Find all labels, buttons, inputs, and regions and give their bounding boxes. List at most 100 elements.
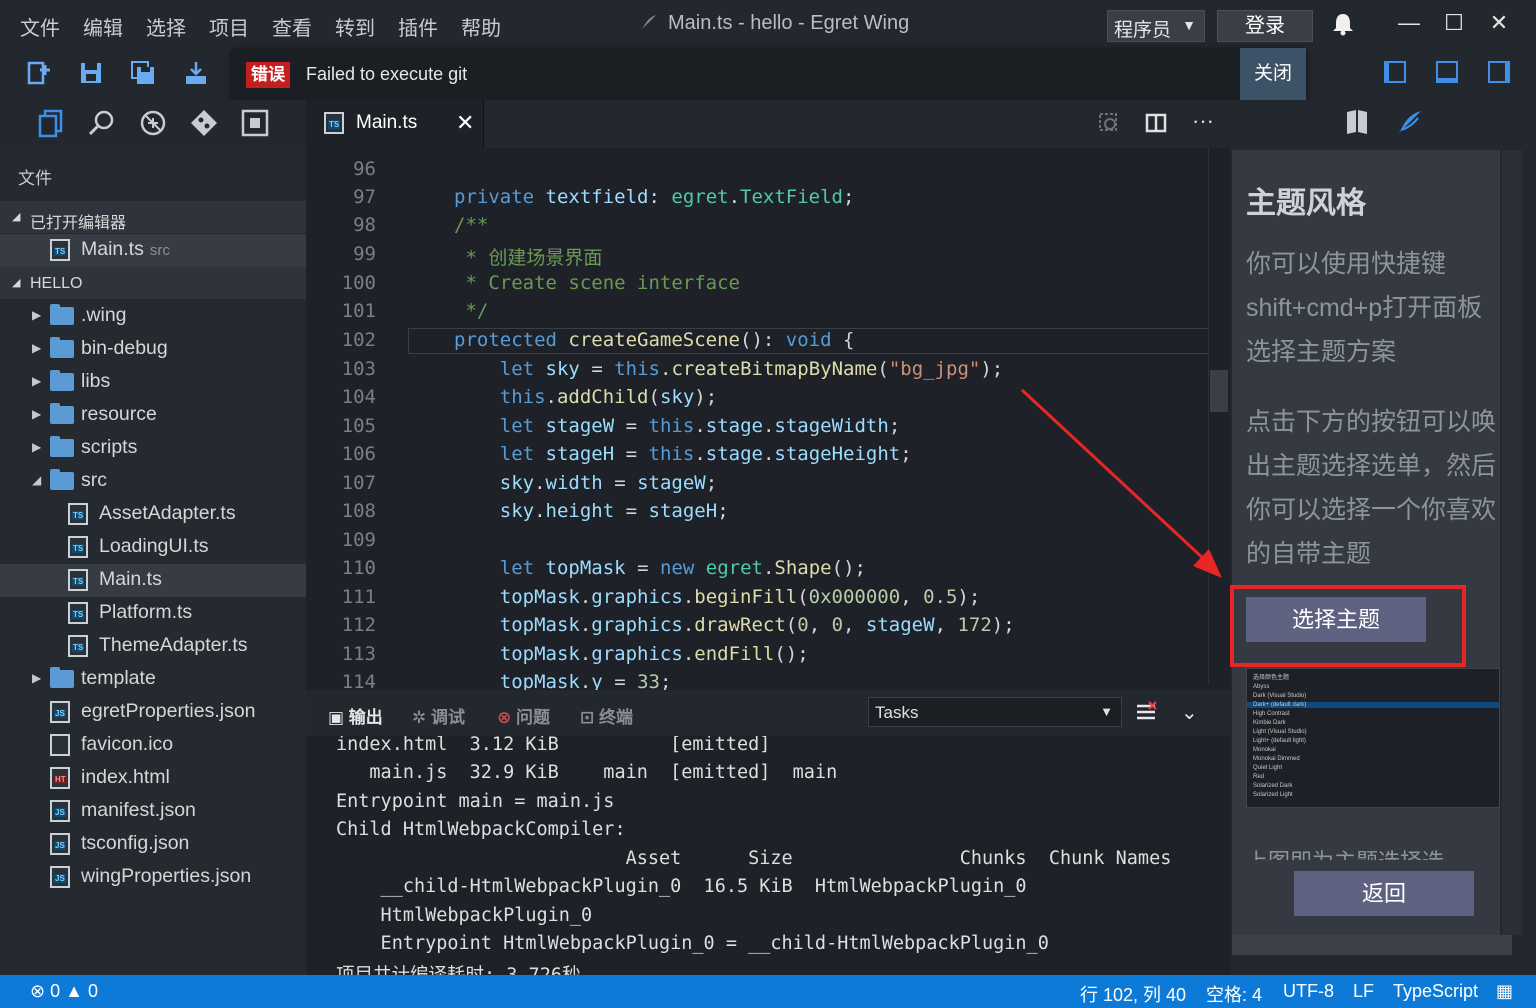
editor-scrollbar-thumb[interactable] — [1210, 370, 1228, 412]
tree-item[interactable]: TS Main.ts — [0, 564, 306, 597]
line-number: 100 — [341, 272, 376, 294]
output-line: HtmlWebpackPlugin_0 — [336, 905, 593, 926]
tree-item[interactable]: ▶ resource — [0, 399, 306, 432]
new-file-icon[interactable] — [26, 60, 52, 86]
project-section[interactable]: ◢ HELLO — [0, 267, 306, 299]
menu-project[interactable]: 项目 — [209, 12, 249, 41]
line-number: 109 — [341, 529, 376, 551]
editor-scrollbar[interactable] — [1208, 148, 1230, 684]
tree-item[interactable]: ▶ template — [0, 663, 306, 696]
menu-edit[interactable]: 编辑 — [83, 12, 123, 41]
encoding[interactable]: UTF-8 — [1283, 981, 1334, 1002]
tab-debug[interactable]: ✲ 调试 — [412, 703, 465, 728]
indentation[interactable]: 空格: 4 — [1206, 981, 1262, 1007]
right-panel-hscrollbar[interactable] — [1232, 935, 1512, 955]
chevron-down-icon: ◢ — [32, 473, 42, 487]
clear-output-icon[interactable] — [1134, 700, 1158, 724]
login-button[interactable]: 登录 — [1217, 10, 1313, 42]
minimize-icon[interactable]: — — [1394, 10, 1424, 36]
tree-item[interactable]: TS Platform.ts — [0, 597, 306, 630]
chevron-down-icon: ▼ — [1100, 704, 1113, 719]
line-number: 106 — [341, 443, 376, 465]
debug-icon[interactable] — [138, 108, 168, 138]
tree-item[interactable]: JS tsconfig.json — [0, 828, 306, 861]
more-actions-icon[interactable]: ··· — [1192, 108, 1214, 134]
cursor-position[interactable]: 行 102, 列 40 — [1080, 981, 1186, 1007]
tree-item[interactable]: ▶ libs — [0, 366, 306, 399]
menu-help[interactable]: 帮助 — [461, 12, 501, 41]
tree-item[interactable]: ▶ scripts — [0, 432, 306, 465]
back-button[interactable]: 返回 — [1294, 871, 1474, 916]
notification-close-button[interactable]: 关闭 — [1240, 48, 1306, 100]
terminal-icon: ⊡ — [580, 708, 599, 727]
tab-main-ts[interactable]: TS Main.ts ✕ — [306, 100, 484, 148]
folder-icon — [50, 436, 74, 457]
tree-item[interactable]: TS AssetAdapter.ts — [0, 498, 306, 531]
save-all-icon[interactable] — [130, 60, 156, 86]
tree-item[interactable]: TS LoadingUI.ts — [0, 531, 306, 564]
tab-problems[interactable]: ⊗ 问题 — [497, 703, 550, 728]
tree-item[interactable]: JS manifest.json — [0, 795, 306, 828]
output-console[interactable]: index.html 3.12 KiB [emitted] main.js 32… — [306, 736, 1230, 975]
publish-icon[interactable] — [183, 60, 209, 86]
tree-item[interactable]: ▶ bin-debug — [0, 333, 306, 366]
menu-plugins[interactable]: 插件 — [398, 12, 438, 41]
extensions-icon[interactable] — [240, 108, 270, 138]
chevron-right-icon: ▶ — [32, 671, 42, 685]
doc-book-icon[interactable] — [1344, 108, 1372, 136]
close-tab-icon[interactable]: ✕ — [456, 110, 474, 136]
tree-item[interactable]: JS egretProperties.json — [0, 696, 306, 729]
search-icon[interactable] — [87, 108, 117, 138]
preview-row: Abyss — [1253, 684, 1270, 690]
tree-item[interactable]: favicon.ico — [0, 729, 306, 762]
layout-left-icon[interactable] — [1384, 61, 1406, 83]
tasks-select[interactable]: Tasks ▼ — [868, 697, 1122, 727]
tree-item[interactable]: HT index.html — [0, 762, 306, 795]
tab-output[interactable]: ▣ 输出 — [328, 703, 383, 728]
tree-item[interactable]: JS wingProperties.json — [0, 861, 306, 894]
tree-item[interactable]: ◢ src — [0, 465, 306, 498]
bell-icon[interactable] — [1332, 12, 1354, 36]
line-ending[interactable]: LF — [1353, 981, 1374, 1002]
chevron-right-icon: ▶ — [32, 440, 42, 454]
close-window-icon[interactable]: ✕ — [1484, 10, 1514, 36]
open-editor-item[interactable]: TS Main.ts src — [0, 234, 306, 267]
layout-right-icon[interactable] — [1488, 61, 1510, 83]
json-file-icon: JS — [50, 701, 70, 723]
output-line: Asset Size Chunks Chunk Names — [336, 848, 1172, 869]
menu-select[interactable]: 选择 — [146, 12, 186, 41]
tree-item[interactable]: ▶ .wing — [0, 300, 306, 333]
maximize-icon[interactable]: ☐ — [1439, 10, 1469, 36]
role-select[interactable]: 程序员 ▼ — [1107, 10, 1205, 42]
menu-file[interactable]: 文件 — [20, 12, 60, 41]
output-icon: ▣ — [328, 708, 349, 727]
right-panel-scrollbar[interactable] — [1502, 150, 1522, 935]
preview-row: Red — [1253, 774, 1265, 780]
find-in-files-icon[interactable] — [1098, 112, 1120, 134]
tab-terminal[interactable]: ⊡ 终端 — [580, 703, 633, 728]
save-icon[interactable] — [78, 60, 104, 86]
collapse-panel-icon[interactable]: ⌄ — [1181, 700, 1198, 725]
help-text-line: 出主题选择选单，然后 — [1246, 452, 1497, 480]
theme-preview-image: 选择颜色主题 Abyss Dark (Visual Studio) Dark+ … — [1246, 668, 1500, 808]
preview-row: Solarized Dark — [1253, 783, 1293, 789]
explorer-icon[interactable] — [36, 108, 66, 138]
output-line: 项目共计编译耗时: 3.726秒 — [336, 961, 580, 975]
output-line: __child-HtmlWebpackPlugin_0 16.5 KiB Htm… — [336, 876, 1027, 897]
tree-item-label: wingProperties.json — [81, 865, 252, 887]
theme-feather-icon[interactable] — [1396, 108, 1424, 136]
open-editors-section[interactable]: ◢ 已打开编辑器 — [0, 201, 306, 233]
open-editor-dir: src — [149, 242, 170, 259]
feedback-icon[interactable]: ▦ — [1496, 981, 1513, 1002]
tree-item[interactable]: TS ThemeAdapter.ts — [0, 630, 306, 663]
menu-view[interactable]: 查看 — [272, 12, 312, 41]
warning-count: 0 — [87, 981, 98, 1001]
menu-goto[interactable]: 转到 — [335, 12, 375, 41]
collapse-icon: ◢ — [12, 211, 21, 223]
split-editor-icon[interactable] — [1145, 112, 1167, 134]
code-editor[interactable]: 96 97 private textfield: egret.TextField;… — [306, 148, 1230, 693]
problems-status[interactable]: ⊗ 0 ▲ 0 — [30, 981, 98, 1002]
language-mode[interactable]: TypeScript — [1393, 981, 1478, 1002]
git-icon[interactable] — [189, 108, 219, 138]
layout-bottom-icon[interactable] — [1436, 61, 1458, 83]
